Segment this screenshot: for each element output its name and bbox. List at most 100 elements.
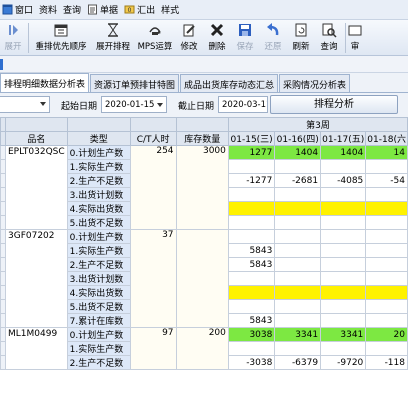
type-cell[interactable]: 1.实际生产数 [66, 243, 131, 258]
expand-button[interactable]: 展开 [0, 20, 26, 56]
tab-product-stock-summary[interactable]: 成品出货库存动态汇总 [180, 74, 279, 92]
row-indicator[interactable] [0, 257, 6, 272]
menu-document[interactable]: 单据 [85, 0, 122, 20]
schedule-analysis-button[interactable]: 排程分析 [270, 95, 398, 114]
product-name-cell[interactable]: EPLT032QSC [5, 145, 68, 230]
type-cell[interactable]: 2.生产不足数 [66, 355, 131, 370]
day-value-cell[interactable]: -6379 [274, 355, 322, 370]
day-value-cell[interactable] [365, 229, 408, 244]
day-value-cell[interactable] [274, 187, 322, 202]
day-value-cell[interactable] [365, 271, 408, 286]
day-value-cell[interactable] [274, 299, 322, 314]
edit-button[interactable]: 修改 [175, 20, 203, 56]
row-indicator[interactable] [0, 215, 6, 230]
type-cell[interactable]: 2.生产不足数 [66, 173, 131, 188]
day-value-cell[interactable] [320, 341, 367, 356]
day-value-cell[interactable] [320, 243, 367, 258]
type-cell[interactable]: 1.实际生产数 [66, 341, 131, 356]
day-value-cell[interactable] [227, 271, 276, 286]
day-value-cell[interactable] [320, 159, 367, 174]
type-cell[interactable]: 0.计划生产数 [66, 327, 131, 342]
table-row[interactable]: ML1M0499 0.计划生产数 97 200 3038 3341 3341 20 [0, 327, 408, 370]
day-value-cell[interactable] [274, 313, 322, 328]
search-button[interactable]: 查询 [315, 20, 343, 56]
day-value-cell[interactable] [227, 187, 276, 202]
day-value-cell[interactable]: 5843 [227, 313, 276, 328]
day-value-cell[interactable] [365, 201, 408, 216]
day-value-cell[interactable] [365, 243, 408, 258]
header-type[interactable]: 类型 [66, 131, 131, 146]
audit-button[interactable]: 审 [348, 20, 362, 56]
row-indicator[interactable] [0, 201, 6, 216]
type-cell[interactable]: 7.累计在库数 [66, 313, 131, 328]
expand-schedule-button[interactable]: 展开排程 [91, 20, 135, 56]
day-value-cell[interactable] [274, 243, 322, 258]
header-day-4[interactable]: 01-18(六 [365, 131, 408, 146]
delete-button[interactable]: 删除 [203, 20, 231, 56]
day-value-cell[interactable] [227, 201, 276, 216]
day-value-cell[interactable]: 1404 [274, 145, 322, 160]
day-value-cell[interactable] [320, 257, 367, 272]
ct-cell[interactable]: 254 [129, 145, 177, 230]
header-stock[interactable]: 库存数量 [175, 131, 229, 146]
type-cell[interactable]: 4.实际出货数 [66, 201, 131, 216]
day-value-cell[interactable] [227, 285, 276, 300]
start-date-picker[interactable]: 2020-01-15 [101, 96, 167, 113]
stock-cell[interactable]: 3000 [175, 145, 229, 230]
undo-button[interactable]: 还原 [259, 20, 287, 56]
day-value-cell[interactable] [365, 187, 408, 202]
type-cell[interactable]: 3.出货计划数 [66, 271, 131, 286]
day-value-cell[interactable]: 3341 [320, 327, 367, 342]
day-value-cell[interactable] [320, 313, 367, 328]
row-indicator[interactable] [0, 173, 6, 188]
save-button[interactable]: 保存 [231, 20, 259, 56]
day-value-cell[interactable] [365, 313, 408, 328]
day-value-cell[interactable] [227, 159, 276, 174]
day-value-cell[interactable]: -1277 [227, 173, 276, 188]
day-value-cell[interactable] [227, 215, 276, 230]
day-value-cell[interactable] [320, 285, 367, 300]
day-value-cell[interactable] [365, 285, 408, 300]
day-value-cell[interactable] [320, 229, 367, 244]
day-value-cell[interactable]: -54 [365, 173, 408, 188]
row-indicator[interactable] [0, 355, 6, 370]
menu-window[interactable]: 窗口 [0, 0, 37, 20]
day-value-cell[interactable] [227, 299, 276, 314]
type-cell[interactable]: 1.实际生产数 [66, 159, 131, 174]
day-value-cell[interactable] [274, 215, 322, 230]
day-value-cell[interactable]: -2681 [274, 173, 322, 188]
stock-cell[interactable] [175, 229, 229, 328]
day-value-cell[interactable]: 3038 [227, 327, 276, 342]
type-cell[interactable]: 0.计划生产数 [66, 229, 131, 244]
header-day-1[interactable]: 01-15(三) [227, 131, 276, 146]
day-value-cell[interactable] [274, 341, 322, 356]
header-day-2[interactable]: 01-16(四) [274, 131, 322, 146]
day-value-cell[interactable] [274, 229, 322, 244]
day-value-cell[interactable]: 1277 [227, 145, 276, 160]
tab-resource-gantt[interactable]: 资源订单预排甘特图 [90, 74, 180, 92]
day-value-cell[interactable] [227, 341, 276, 356]
menu-export[interactable]: 0 汇出 [122, 0, 159, 20]
mps-calculation-button[interactable]: MPS运算 [135, 20, 175, 56]
type-cell[interactable]: 0.计划生产数 [66, 145, 131, 160]
ct-cell[interactable]: 97 [129, 327, 177, 370]
row-indicator[interactable] [0, 313, 6, 328]
day-value-cell[interactable] [365, 257, 408, 272]
header-name[interactable]: 品名 [5, 131, 68, 146]
menu-data[interactable]: 资料 [37, 0, 61, 20]
table-row[interactable]: EPLT032QSC 0.计划生产数 254 3000 1277 1404 1404 14 [0, 145, 408, 230]
type-cell[interactable]: 2.生产不足数 [66, 257, 131, 272]
day-value-cell[interactable] [320, 187, 367, 202]
category-select[interactable] [0, 96, 50, 113]
day-value-cell[interactable]: -3038 [227, 355, 276, 370]
day-value-cell[interactable] [274, 159, 322, 174]
day-value-cell[interactable] [365, 159, 408, 174]
header-ct[interactable]: C/T人时 [129, 131, 177, 146]
type-cell[interactable]: 5.出货不足数 [66, 299, 131, 314]
day-value-cell[interactable]: 14 [365, 145, 408, 160]
menu-style[interactable]: 样式 [159, 0, 183, 20]
day-value-cell[interactable]: 1404 [320, 145, 367, 160]
tab-purchase-analysis[interactable]: 采购情况分析表 [279, 74, 351, 92]
day-value-cell[interactable] [274, 257, 322, 272]
tab-schedule-detail[interactable]: 排程明细数据分析表 [0, 73, 90, 92]
